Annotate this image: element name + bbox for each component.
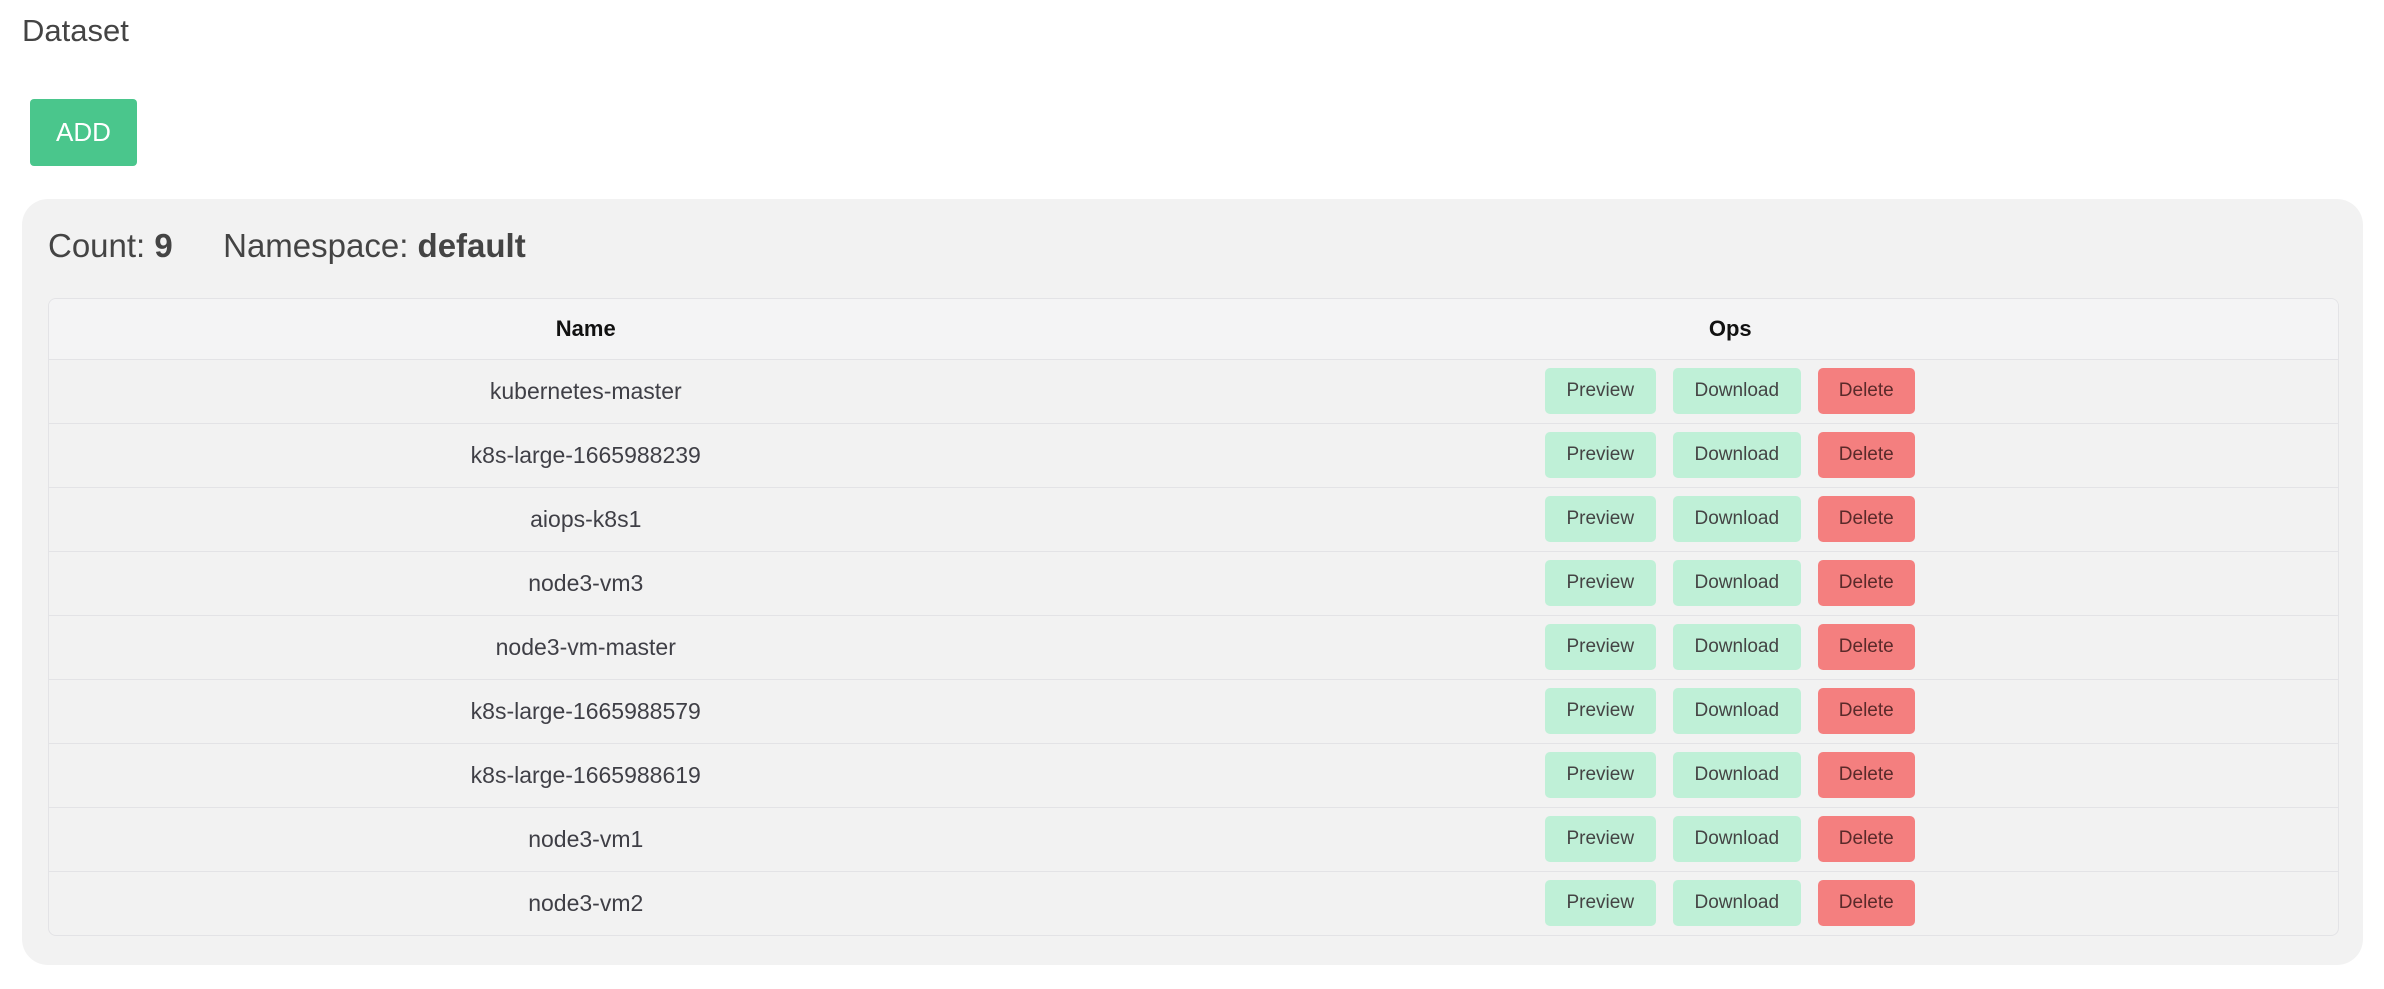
ops-group: Preview Download Delete: [1544, 432, 1915, 478]
preview-button[interactable]: Preview: [1544, 432, 1656, 478]
preview-button[interactable]: Preview: [1544, 624, 1656, 670]
ops-group: Preview Download Delete: [1544, 880, 1915, 927]
delete-button[interactable]: Delete: [1817, 816, 1915, 862]
ops-group: Preview Download Delete: [1544, 816, 1915, 862]
ops-cell: Preview Download Delete: [1122, 359, 2338, 424]
table-row: aiops-k8s1 Preview Download Delete: [49, 487, 2338, 552]
table-row: node3-vm2 Preview Download Delete: [49, 871, 2338, 935]
preview-button[interactable]: Preview: [1544, 880, 1656, 927]
preview-button[interactable]: Preview: [1544, 688, 1656, 734]
ops-cell: Preview Download Delete: [1122, 551, 2338, 616]
namespace-label: Namespace:: [223, 227, 409, 264]
dataset-name: node3-vm2: [528, 889, 644, 916]
ops-cell: Preview Download Delete: [1122, 487, 2338, 552]
ops-group: Preview Download Delete: [1544, 560, 1915, 606]
ops-group: Preview Download Delete: [1544, 752, 1915, 798]
download-button[interactable]: Download: [1672, 432, 1801, 478]
dataset-name: k8s-large-1665988619: [49, 743, 1123, 808]
count-value: 9: [154, 227, 173, 264]
table-row: node3-vm3 Preview Download Delete: [49, 551, 2338, 616]
ops-cell: Preview Download Delete: [1122, 807, 2338, 872]
ops-cell: Preview Download Delete: [1122, 679, 2338, 744]
table-row: k8s-large-1665988239 Preview Download Delet…: [49, 423, 2338, 488]
preview-button[interactable]: Preview: [1544, 816, 1656, 862]
ops-cell: Preview Download Delete: [1122, 615, 2338, 680]
ops-group: Preview Download Delete: [1544, 624, 1915, 670]
ops-group: Preview Download Delete: [1544, 496, 1915, 542]
dataset-table: Name Ops kubernetes-master Preview Downloa…: [49, 299, 2338, 935]
summary: Count: 9 Namespace: default: [48, 226, 526, 266]
preview-button[interactable]: Preview: [1544, 560, 1656, 606]
dataset-name: k8s-large-1665988579: [49, 679, 1123, 744]
download-button[interactable]: Download: [1672, 624, 1801, 670]
ops-group: Preview Download Delete: [1544, 688, 1915, 734]
delete-button[interactable]: Delete: [1817, 560, 1915, 606]
column-header-ops: Ops: [1122, 299, 2338, 360]
ops-cell: Preview Download Delete: [1122, 743, 2338, 808]
add-button[interactable]: ADD: [30, 99, 137, 166]
preview-button[interactable]: Preview: [1544, 496, 1656, 542]
download-button[interactable]: Download: [1672, 688, 1801, 734]
table-row: node3-vm-master Preview Download Delete: [49, 615, 2338, 680]
delete-button[interactable]: Delete: [1817, 880, 1915, 927]
ops-cell: Preview Download Delete: [1122, 423, 2338, 488]
ops-cell: Preview Download Delete: [1123, 871, 2338, 935]
delete-button[interactable]: Delete: [1817, 624, 1915, 670]
delete-button[interactable]: Delete: [1817, 496, 1915, 542]
dataset-name: node3-vm3: [49, 551, 1123, 616]
column-header-name: Name: [49, 299, 1123, 360]
table-row: k8s-large-1665988579 Preview Download Delet…: [49, 679, 2338, 744]
table-row: kubernetes-master Preview Download Delete: [49, 359, 2338, 424]
table-row: node3-vm1 Preview Download Delete: [49, 807, 2338, 872]
dataset-name: aiops-k8s1: [49, 487, 1123, 552]
count-label: Count:: [48, 227, 146, 264]
preview-button[interactable]: Preview: [1544, 752, 1656, 798]
delete-button[interactable]: Delete: [1817, 368, 1915, 414]
download-button[interactable]: Download: [1672, 560, 1801, 606]
download-button[interactable]: Download: [1672, 880, 1801, 927]
table-row: k8s-large-1665988619 Preview Download Delet…: [49, 743, 2338, 808]
table-body: kubernetes-master Preview Download Delete k8…: [49, 359, 2338, 935]
preview-button[interactable]: Preview: [1544, 368, 1656, 414]
namespace-value: default: [417, 227, 526, 264]
page-title: Dataset: [22, 13, 129, 48]
dataset-table-card: Name Ops kubernetes-master Preview Downloa…: [48, 298, 2339, 936]
download-button[interactable]: Download: [1672, 752, 1801, 798]
download-button[interactable]: Download: [1672, 368, 1801, 414]
dataset-panel: Count: 9 Namespace: default Name Ops kub…: [22, 199, 2363, 965]
download-button[interactable]: Download: [1672, 496, 1801, 542]
download-button[interactable]: Download: [1672, 816, 1801, 862]
dataset-name: node3-vm-master: [49, 615, 1123, 680]
delete-button[interactable]: Delete: [1817, 688, 1915, 734]
dataset-name: k8s-large-1665988239: [49, 423, 1123, 488]
delete-button[interactable]: Delete: [1817, 432, 1915, 478]
ops-group: Preview Download Delete: [1544, 368, 1915, 414]
table-header-row: Name Ops: [49, 299, 2338, 360]
dataset-name: kubernetes-master: [49, 359, 1123, 424]
delete-button[interactable]: Delete: [1817, 752, 1915, 798]
dataset-name: node3-vm1: [49, 807, 1123, 872]
